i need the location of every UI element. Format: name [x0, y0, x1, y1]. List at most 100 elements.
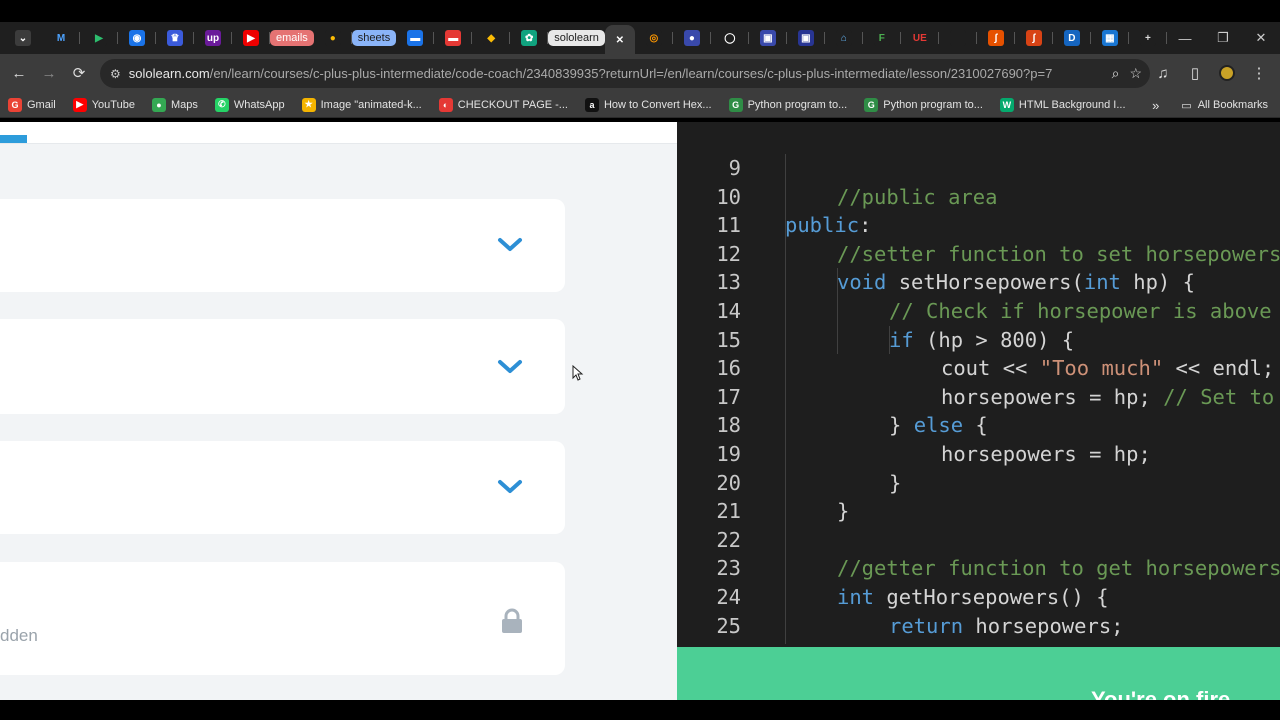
- all-bookmarks-link[interactable]: All Bookmarks: [1198, 99, 1268, 111]
- close-window-button[interactable]: ✕: [1242, 22, 1280, 54]
- tab-drive-icon[interactable]: ◆: [472, 25, 511, 51]
- bookmark-label: CHECKOUT PAGE -...: [457, 98, 568, 111]
- reload-icon[interactable]: ⟳: [64, 58, 94, 88]
- tab-chevron-down-icon[interactable]: ⌄: [4, 25, 42, 51]
- bookmark-item[interactable]: ● Maps: [151, 97, 198, 112]
- line-number: 17: [716, 384, 741, 409]
- tab-red-bar-icon[interactable]: ▬: [434, 25, 473, 51]
- tab-sololearn-s2-icon[interactable]: ʃ: [1015, 25, 1053, 51]
- tab-sololearn-s-icon[interactable]: ʃ: [977, 25, 1015, 51]
- forward-icon[interactable]: →: [34, 58, 64, 88]
- progress-bar: [0, 135, 27, 143]
- tab-new-tab-icon[interactable]: +: [1129, 25, 1167, 51]
- code-text: int getHorsepowers() {: [837, 584, 1109, 609]
- bookmark-star-icon[interactable]: ☆: [1129, 65, 1142, 82]
- menu-icon[interactable]: ⋮: [1244, 58, 1274, 88]
- sheets-tab[interactable]: sheets: [351, 25, 397, 51]
- tab-calendar-icon[interactable]: ▦: [1091, 25, 1129, 51]
- side-panel-icon[interactable]: ▯: [1180, 58, 1210, 88]
- code-line[interactable]: 16 cout << "Too much" << endl;: [677, 354, 1280, 383]
- bookmark-item[interactable]: W HTML Background I...: [999, 97, 1126, 112]
- code-text: horsepowers = hp;: [941, 441, 1151, 466]
- code-line[interactable]: 24 int getHorsepowers() {: [677, 583, 1280, 612]
- media-control-icon[interactable]: ♫: [1148, 58, 1178, 88]
- tab-up-icon[interactable]: up: [194, 25, 232, 51]
- ue-icon: UE: [911, 30, 928, 46]
- code-line[interactable]: 11 public:: [677, 211, 1280, 240]
- minimize-button[interactable]: —: [1166, 22, 1204, 54]
- m-icon: M: [53, 30, 69, 46]
- chevron-down-icon[interactable]: [497, 356, 523, 378]
- maximize-button[interactable]: ❐: [1204, 22, 1242, 54]
- tab-cap-icon[interactable]: ⌂: [825, 25, 863, 51]
- profile-avatar[interactable]: [1212, 58, 1242, 88]
- line-number: 13: [716, 270, 741, 295]
- back-icon[interactable]: ←: [4, 58, 34, 88]
- chevron-down-icon[interactable]: [497, 476, 523, 498]
- code-editor[interactable]: 9 10 //public area 11 public: 12 //setter func…: [677, 122, 1280, 700]
- tab-globe-icon[interactable]: ●: [673, 25, 711, 51]
- code-line[interactable]: 13 void setHorsepowers(int hp) {: [677, 268, 1280, 297]
- tab-close-icon[interactable]: ✕: [604, 25, 635, 55]
- tab-f-icon[interactable]: F: [863, 25, 901, 51]
- test-case-card-2[interactable]: [0, 319, 565, 414]
- test-case-card-3[interactable]: [0, 441, 565, 534]
- code-line[interactable]: 15 if (hp > 800) {: [677, 326, 1280, 355]
- address-bar[interactable]: ⚙ sololearn.com/en/learn/courses/c-plus-…: [100, 59, 1150, 88]
- site-settings-icon[interactable]: ⚙: [110, 67, 121, 81]
- tab-crown-icon[interactable]: ♛: [156, 25, 194, 51]
- success-banner: You're on fire: [677, 647, 1280, 700]
- bookmark-item[interactable]: G Python program to...: [864, 97, 983, 112]
- code-line[interactable]: 25 return horsepowers;: [677, 612, 1280, 641]
- url-text[interactable]: sololearn.com/en/learn/courses/c-plus-pl…: [129, 66, 1053, 81]
- tab-vr-icon[interactable]: ▣: [749, 25, 787, 51]
- tab-bar-icon[interactable]: ▬: [396, 25, 435, 51]
- code-line[interactable]: 23 //getter function to get horsepowers: [677, 554, 1280, 583]
- emails-tab[interactable]: emails: [270, 25, 314, 51]
- code-line[interactable]: 14 // Check if horsepower is above 800: [677, 297, 1280, 326]
- zoom-icon[interactable]: ⌕: [1112, 65, 1120, 82]
- code-line[interactable]: 12 //setter function to set horsepowers: [677, 240, 1280, 269]
- banner-text: You're on fire: [1091, 687, 1231, 700]
- tab-chat-icon[interactable]: ◯: [711, 25, 749, 51]
- star-icon: ★: [301, 97, 316, 112]
- bookmark-label: Python program to...: [883, 98, 983, 111]
- code-line[interactable]: 9: [677, 154, 1280, 183]
- sololearn-tab[interactable]: sololearn: [548, 25, 605, 51]
- bookmark-item[interactable]: ◐ CHECKOUT PAGE -...: [438, 97, 568, 112]
- tab-vr2-icon[interactable]: ▣: [787, 25, 825, 51]
- bookmark-item[interactable]: G Python program to...: [728, 97, 847, 112]
- code-line[interactable]: 19 horsepowers = hp;: [677, 440, 1280, 469]
- bookmark-item[interactable]: a How to Convert Hex...: [584, 97, 712, 112]
- tab-m-icon[interactable]: M: [42, 25, 80, 51]
- chevron-down-icon[interactable]: [497, 234, 523, 256]
- code-line[interactable]: 10 //public area: [677, 183, 1280, 212]
- code-line[interactable]: 22: [677, 526, 1280, 555]
- bookmark-label: Maps: [170, 98, 198, 111]
- code-line[interactable]: 21}: [677, 497, 1280, 526]
- test-case-card-1[interactable]: [0, 199, 565, 292]
- code-text: return horsepowers;: [889, 613, 1124, 638]
- tab-swirl-icon[interactable]: ◎: [635, 25, 673, 51]
- tab-play-icon[interactable]: ▶: [80, 25, 118, 51]
- bookmark-item[interactable]: ★ Image "animated-k...: [301, 97, 422, 112]
- cap-icon: ⌂: [835, 30, 852, 46]
- tab-maps-pin-icon[interactable]: ●: [314, 25, 352, 51]
- tab-chatgpt-icon[interactable]: ✿: [510, 25, 549, 51]
- code-line[interactable]: 18} else {: [677, 411, 1280, 440]
- bookmark-item[interactable]: G Gmail: [8, 97, 56, 112]
- tab-ue-icon[interactable]: UE: [901, 25, 939, 51]
- bookmark-item[interactable]: ▶ YouTube: [72, 97, 135, 112]
- tab-youtube-icon[interactable]: ▶: [232, 25, 270, 51]
- tab-blank-icon[interactable]: [939, 25, 977, 51]
- bookmarks-overflow-icon[interactable]: »: [1152, 98, 1159, 113]
- line-number: 16: [716, 356, 741, 381]
- tab-circle-icon[interactable]: ◉: [118, 25, 156, 51]
- tab-d-icon[interactable]: D: [1053, 25, 1091, 51]
- bookmark-item[interactable]: ✆ WhatsApp: [214, 97, 285, 112]
- vr-icon: ▣: [759, 30, 776, 46]
- code-line[interactable]: 20}: [677, 469, 1280, 498]
- code-lines[interactable]: 9 10 //public area 11 public: 12 //setter func…: [677, 154, 1280, 640]
- code-line[interactable]: 17 horsepowers = hp; // Set to 800: [677, 383, 1280, 412]
- youtube-icon: ▶: [72, 97, 87, 112]
